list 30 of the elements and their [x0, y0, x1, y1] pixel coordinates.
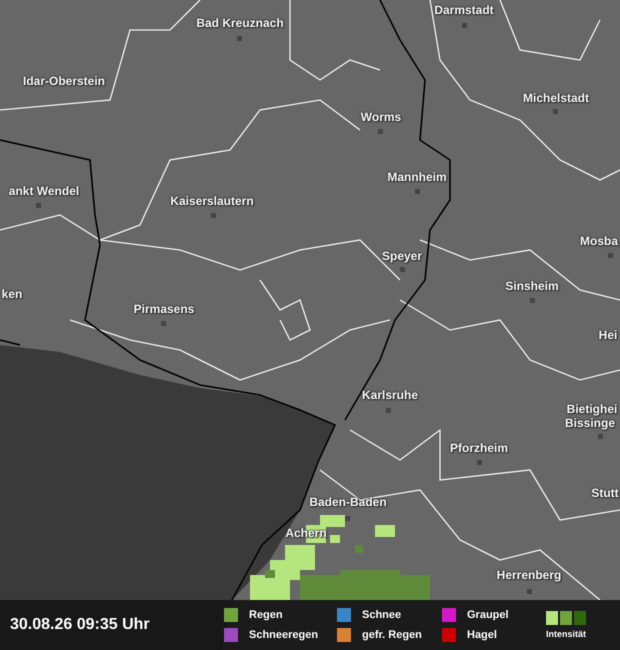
- intensity-label: Intensität: [546, 629, 586, 639]
- legend-label: Regen: [249, 609, 283, 621]
- city-label: Michelstadt: [523, 91, 589, 105]
- city-label: Worms: [360, 110, 402, 124]
- city-label: Darmstadt: [434, 3, 494, 17]
- city-label: Baden-Baden: [309, 495, 387, 509]
- city-label: Mannheim: [387, 170, 447, 184]
- city-label: Bietighei: [566, 402, 618, 416]
- city-label: Pforzheim: [450, 441, 508, 455]
- legend-label: Schnee: [362, 609, 402, 621]
- city-label: Stutt: [591, 486, 619, 500]
- city-label: Hei: [598, 328, 618, 342]
- timestamp: 30.08.26 09:35 Uhr: [9, 616, 151, 634]
- city-label: Bad Kreuznach: [196, 16, 284, 30]
- intensity-scale-icon: [546, 611, 586, 625]
- legend-label: Hagel: [467, 629, 497, 641]
- city-label: Herrenberg: [496, 568, 562, 582]
- city-label: Speyer: [382, 249, 422, 263]
- city-label: Pirmasens: [134, 302, 194, 316]
- city-label: Kaiserslautern: [170, 194, 254, 208]
- legend-label: gefr. Regen: [362, 629, 422, 641]
- legend-label: Graupel: [467, 609, 509, 621]
- legend-label: Schneeregen: [249, 629, 318, 641]
- city-label: ankt Wendel: [8, 184, 80, 198]
- city-label: Bissinge: [565, 416, 615, 430]
- city-label: Sinsheim: [505, 279, 559, 293]
- city-label: Karlsruhe: [362, 388, 418, 402]
- city-label: ken: [2, 287, 22, 301]
- city-label: Mosba: [580, 234, 618, 248]
- city-label: Idar-Oberstein: [22, 74, 106, 88]
